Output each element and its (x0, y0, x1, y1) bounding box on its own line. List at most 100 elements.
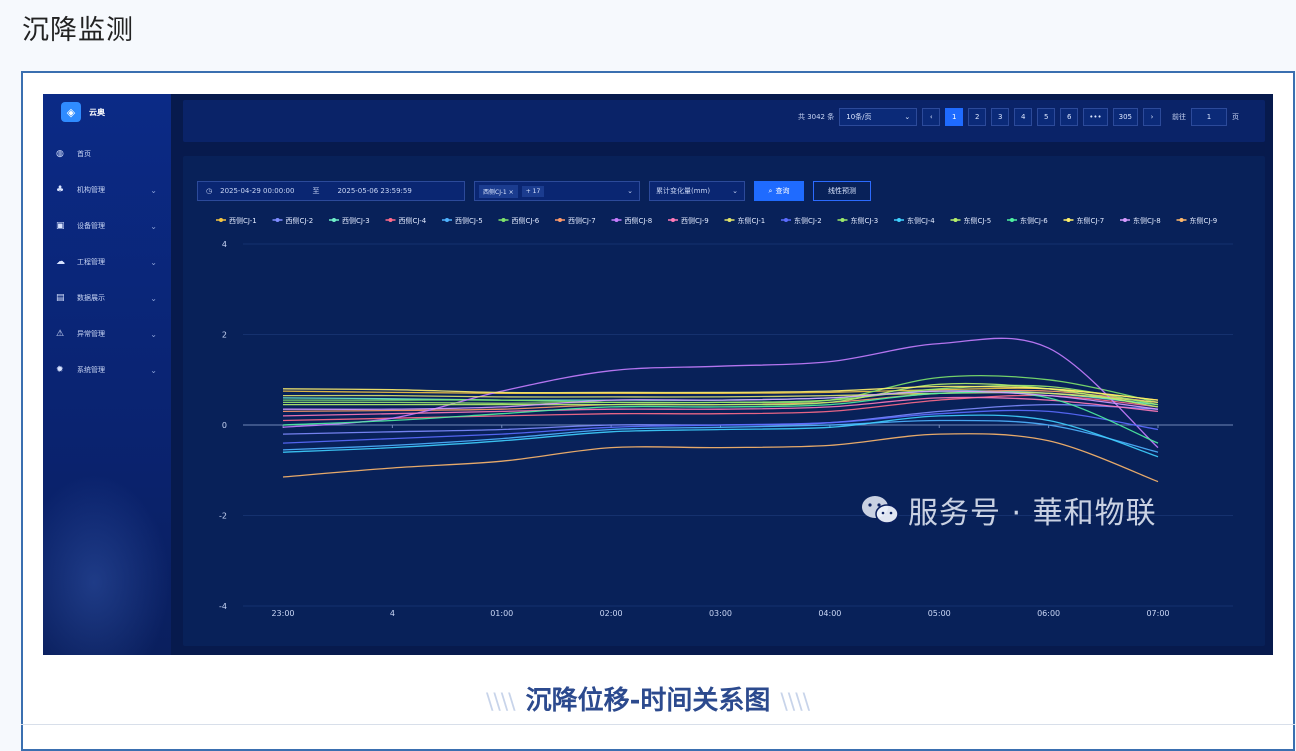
sidebar-item[interactable]: ⚠ 异常管理 ⌄ (43, 316, 171, 352)
warning-icon: ⚠ (56, 329, 65, 339)
y-tick-label: 2 (222, 331, 227, 340)
watermark-text: 服务号 · 華和物联 (908, 496, 1157, 531)
sidebar-item[interactable]: ♣ 机构管理 ⌄ (43, 172, 171, 208)
page-size-select[interactable]: 10条/页 ⌄ (839, 108, 918, 126)
chevron-left-icon: ‹ (929, 113, 933, 121)
legend-label: 西侧CJ-3 (342, 216, 370, 225)
x-tick-label: 01:00 (490, 609, 513, 618)
figure-caption: \\\\ 沉降位移-时间关系图 \\\\ (0, 680, 1296, 717)
legend-marker (275, 218, 280, 222)
divider (21, 724, 1295, 725)
page-button[interactable]: 2 (968, 108, 987, 126)
x-tick-label: 02:00 (600, 609, 623, 618)
legend-marker (784, 218, 788, 222)
caption-deco-left: \\\\ (485, 690, 516, 715)
app-screenshot: ◈ 云奥 ◍ 首页 ♣ 机构管理 ⌄ ▣ 设备管理 ⌄ ☁ 工程管理 ⌄ ▤ 数据展示 ⌄ ⚠ 异常管理 ⌄ ✹ 系… (43, 94, 1273, 655)
selected-tag: 西侧CJ-1 × (479, 184, 518, 198)
page-button[interactable]: ••• (1083, 108, 1108, 126)
selected-tag-label: 西侧CJ-1 (483, 188, 507, 196)
goto-unit: 页 (1232, 113, 1239, 121)
x-tick-label: 23:00 (271, 609, 294, 618)
sidebar-nav: ◍ 首页 ♣ 机构管理 ⌄ ▣ 设备管理 ⌄ ☁ 工程管理 ⌄ ▤ 数据展示 ⌄ ⚠ 异常管理 ⌄ ✹ 系统管理 ⌄ (43, 136, 171, 388)
chevron-down-icon: ⌄ (150, 293, 157, 303)
page-size-label: 10条/页 (846, 113, 872, 121)
date-range-picker[interactable]: ◷ 2025-04-29 00:00:00 至 2025-05-06 23:59… (197, 181, 465, 201)
x-tick-label: 06:00 (1037, 609, 1060, 618)
next-page-button[interactable]: › (1143, 108, 1161, 126)
page-button[interactable]: 3 (991, 108, 1010, 126)
sidebar-item[interactable]: ▣ 设备管理 ⌄ (43, 208, 171, 244)
chevron-down-icon: ⌄ (150, 185, 157, 195)
sidebar-item[interactable]: ▤ 数据展示 ⌄ (43, 280, 171, 316)
org-tree-icon: ♣ (56, 185, 65, 195)
page-button[interactable]: 1 (945, 108, 964, 126)
point-multi-select[interactable]: 西侧CJ-1 × + 17 ⌄ (474, 181, 640, 201)
sidebar-item-label: 工程管理 (77, 258, 105, 266)
search-icon: ⌕ (768, 186, 773, 195)
goto-page-input[interactable]: 1 (1191, 108, 1227, 126)
pager: 共 3042 条 10条/页 ⌄ ‹ 1 2 3 4 5 6 ••• 305 › 前往 1 页 (798, 108, 1239, 126)
page-button[interactable]: 5 (1037, 108, 1056, 126)
chart-panel: ◷ 2025-04-29 00:00:00 至 2025-05-06 23:59… (183, 156, 1265, 646)
prev-page-button[interactable]: ‹ (922, 108, 941, 126)
page-list: 1 2 3 4 5 6 ••• 305 (945, 108, 1138, 126)
legend-marker (727, 218, 732, 222)
x-tick-label: 07:00 (1146, 609, 1169, 618)
legend-label: 西侧CJ-2 (286, 216, 314, 225)
legend-label: 东侧CJ-2 (794, 216, 822, 225)
legend-marker (840, 218, 845, 222)
monitor-icon: ▣ (56, 221, 65, 231)
page-button[interactable]: 4 (1014, 108, 1033, 126)
sidebar-decoration (43, 474, 171, 655)
start-date: 2025-04-29 00:00:00 (220, 187, 295, 195)
sidebar-item[interactable]: ☁ 工程管理 ⌄ (43, 244, 171, 280)
app-logo[interactable]: ◈ 云奥 (61, 102, 105, 122)
linear-predict-button[interactable]: 线性预测 (813, 181, 871, 201)
x-tick-label: 04:00 (818, 609, 841, 618)
sidebar-item[interactable]: ◍ 首页 (43, 136, 171, 172)
y-tick-label: 0 (222, 421, 227, 430)
chevron-down-icon: ⌄ (150, 329, 157, 339)
sidebar-item-label: 异常管理 (77, 330, 105, 338)
goto-label: 前往 (1172, 113, 1186, 121)
sidebar-item-label: 数据展示 (77, 294, 105, 302)
close-icon[interactable]: × (509, 189, 514, 196)
legend-label: 西侧CJ-6 (512, 216, 540, 225)
legend-marker (897, 218, 901, 222)
page-button[interactable]: 6 (1060, 108, 1079, 126)
total-count: 共 3042 条 (797, 113, 835, 121)
x-tick-label: 03:00 (709, 609, 732, 618)
legend-label: 西侧CJ-9 (681, 216, 709, 225)
chevron-down-icon: ⌄ (150, 257, 157, 267)
sidebar-item-label: 机构管理 (77, 186, 105, 194)
legend-marker (1010, 218, 1014, 222)
sidebar-item[interactable]: ✹ 系统管理 ⌄ (43, 352, 171, 388)
caption-deco-right: \\\\ (780, 690, 811, 715)
pagination-bar: 共 3042 条 10条/页 ⌄ ‹ 1 2 3 4 5 6 ••• 305 › 前往 1 页 (183, 100, 1265, 142)
query-label: 查询 (775, 187, 790, 195)
logo-icon: ◈ (61, 102, 81, 122)
legend-label: 西侧CJ-1 (229, 216, 257, 225)
legend-label: 西侧CJ-5 (455, 216, 483, 225)
chevron-down-icon: ⌄ (627, 187, 633, 195)
chevron-down-icon: ⌄ (732, 187, 738, 195)
x-tick-label: 4 (390, 609, 395, 618)
query-button[interactable]: ⌕ 查询 (754, 181, 804, 201)
legend-marker (1066, 218, 1071, 222)
legend-marker (501, 218, 506, 222)
legend-label: 东侧CJ-5 (964, 216, 992, 225)
legend-marker (332, 218, 336, 222)
cloud-icon: ☁ (56, 257, 65, 267)
logo-text: 云奥 (89, 107, 105, 117)
metric-label: 累计变化量(mm) (656, 187, 711, 195)
legend-marker (445, 218, 449, 222)
legend-label: 西侧CJ-7 (568, 216, 596, 225)
page-button[interactable]: 305 (1112, 108, 1138, 126)
legend-marker (388, 218, 393, 222)
legend-label: 东侧CJ-3 (851, 216, 879, 225)
metric-select[interactable]: 累计变化量(mm) ⌄ (649, 181, 745, 201)
range-separator: 至 (312, 187, 320, 195)
series-line (282, 433, 1159, 483)
dashboard-icon: ◍ (56, 149, 64, 159)
legend-label: 东侧CJ-7 (1077, 216, 1105, 225)
